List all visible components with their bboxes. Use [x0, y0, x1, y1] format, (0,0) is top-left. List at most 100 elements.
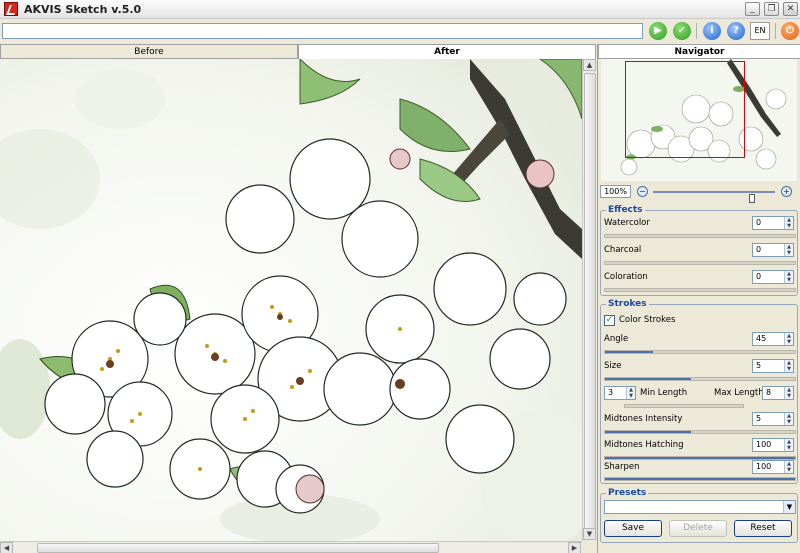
toolbar-divider — [696, 23, 697, 39]
sharpen-slider[interactable] — [604, 477, 796, 481]
watercolor-slider[interactable] — [604, 234, 796, 238]
chevron-down-icon[interactable]: ▼ — [783, 501, 795, 513]
charcoal-row: Charcoal 0 ▲ ▼ — [604, 242, 796, 268]
plus-icon: + — [783, 187, 790, 196]
midtones-intensity-slider-fill — [605, 431, 691, 433]
vertical-scroll-thumb[interactable] — [584, 73, 596, 529]
presets-dropdown[interactable]: ▼ — [604, 500, 796, 514]
sharpen-label: Sharpen — [604, 462, 640, 472]
strokes-title: Strokes — [606, 299, 649, 309]
coloration-input[interactable]: 0 ▲ ▼ — [752, 270, 794, 284]
color-strokes-checkbox[interactable]: ✓ — [604, 315, 615, 326]
sharpen-input[interactable]: 100 ▲ ▼ — [752, 460, 794, 474]
language-button[interactable]: EN — [750, 22, 770, 40]
coloration-value: 0 — [756, 272, 762, 281]
length-range-slider[interactable] — [624, 404, 744, 408]
minus-icon: − — [639, 187, 646, 196]
midtones-intensity-slider[interactable] — [604, 430, 796, 434]
spin-arrows-icon[interactable]: ▲ ▼ — [784, 333, 793, 345]
reset-button[interactable]: Reset — [734, 520, 792, 537]
delete-preset-button[interactable]: Delete — [669, 520, 727, 537]
color-strokes-row: ✓ Color Strokes — [604, 314, 796, 328]
angle-label: Angle — [604, 334, 629, 344]
zoom-slider-knob[interactable] — [748, 194, 755, 203]
apply-button[interactable]: ✓ — [673, 22, 691, 40]
color-strokes-label: Color Strokes — [619, 315, 676, 325]
navigator-viewport-frame[interactable] — [625, 61, 745, 158]
presets-group: Presets ▼ Save Delete Reset — [600, 488, 798, 543]
angle-slider[interactable] — [604, 350, 796, 354]
close-button[interactable]: ✕ — [783, 2, 798, 16]
scroll-down-button[interactable]: ▼ — [583, 528, 596, 540]
scroll-left-button[interactable]: ◀ — [0, 542, 13, 553]
help-icon: ? — [733, 25, 739, 36]
midtones-intensity-value: 5 — [756, 414, 762, 423]
zoom-slider[interactable] — [653, 191, 775, 203]
power-icon: ⏻ — [786, 25, 794, 36]
effects-title: Effects — [606, 205, 645, 215]
presets-title: Presets — [606, 488, 649, 498]
charcoal-slider[interactable] — [604, 261, 796, 265]
navigator-title: Navigator — [598, 44, 800, 59]
charcoal-input[interactable]: 0 ▲ ▼ — [752, 243, 794, 257]
min-length-input[interactable]: 3 ▲ ▼ — [604, 386, 636, 400]
minimize-button[interactable]: _ — [745, 2, 760, 16]
quit-button[interactable]: ⏻ — [781, 22, 799, 40]
spin-arrows-icon[interactable]: ▲ ▼ — [784, 217, 793, 229]
settings-panel: Navigator 100% − + Effects Watercolor 0 ▲ — [597, 44, 800, 553]
midtones-hatching-label: Midtones Hatching — [604, 440, 684, 450]
spin-arrows-icon[interactable]: ▲ ▼ — [784, 271, 793, 283]
zoom-out-button[interactable]: − — [637, 186, 648, 197]
size-label: Size — [604, 361, 622, 371]
vertical-scrollbar[interactable]: ▲ ▼ — [582, 59, 596, 541]
sharpen-row: Sharpen 100 ▲ ▼ — [604, 459, 796, 485]
run-icon: ▶ — [654, 25, 662, 36]
sharpen-value: 100 — [756, 462, 772, 471]
run-button[interactable]: ▶ — [649, 22, 667, 40]
spin-arrows-icon[interactable]: ▲ ▼ — [784, 461, 793, 473]
tab-before[interactable]: Before — [0, 44, 298, 59]
scroll-up-button[interactable]: ▲ — [583, 59, 596, 71]
zoom-controls: 100% − + — [600, 184, 799, 203]
watercolor-row: Watercolor 0 ▲ ▼ — [604, 215, 796, 241]
max-length-value: 8 — [766, 388, 772, 397]
spin-arrows-icon[interactable]: ▲ ▼ — [784, 439, 793, 451]
size-slider[interactable] — [604, 377, 796, 381]
max-length-input[interactable]: 8 ▲ ▼ — [762, 386, 794, 400]
scroll-right-button[interactable]: ▶ — [568, 542, 581, 553]
midtones-intensity-input[interactable]: 5 ▲ ▼ — [752, 412, 794, 426]
file-path-field[interactable] — [2, 23, 643, 39]
charcoal-value: 0 — [756, 245, 762, 254]
info-button[interactable]: i — [703, 22, 721, 40]
midtones-hatching-input[interactable]: 100 ▲ ▼ — [752, 438, 794, 452]
min-length-label: Min Length — [640, 388, 688, 398]
akvis-logo-icon — [4, 2, 18, 16]
size-input[interactable]: 5 ▲ ▼ — [752, 359, 794, 373]
angle-slider-fill — [605, 351, 653, 353]
tab-after[interactable]: After — [298, 44, 596, 59]
coloration-slider[interactable] — [604, 288, 796, 292]
help-button[interactable]: ? — [727, 22, 745, 40]
watercolor-input[interactable]: 0 ▲ ▼ — [752, 216, 794, 230]
spin-arrows-icon[interactable]: ▲ ▼ — [784, 387, 793, 399]
maximize-button[interactable]: ❐ — [764, 2, 779, 16]
strokes-group: Strokes ✓ Color Strokes Angle 45 ▲ ▼ Size … — [600, 299, 798, 485]
save-preset-button[interactable]: Save — [604, 520, 662, 537]
spin-arrows-icon[interactable]: ▲ ▼ — [784, 244, 793, 256]
horizontal-scroll-thumb[interactable] — [37, 543, 439, 553]
image-canvas[interactable] — [0, 59, 582, 541]
navigator-preview[interactable] — [601, 59, 797, 181]
zoom-field[interactable]: 100% — [600, 185, 631, 198]
watercolor-value: 0 — [756, 218, 762, 227]
angle-input[interactable]: 45 ▲ ▼ — [752, 332, 794, 346]
size-slider-fill — [605, 378, 691, 380]
spin-arrows-icon[interactable]: ▲ ▼ — [626, 387, 635, 399]
checkmark-icon: ✓ — [605, 315, 614, 325]
horizontal-scrollbar[interactable]: ◀ ▶ — [0, 541, 582, 553]
size-value: 5 — [756, 361, 762, 370]
info-icon: i — [710, 25, 714, 36]
effects-group: Effects Watercolor 0 ▲ ▼ Charcoal 0 ▲ ▼ Colo… — [600, 205, 798, 296]
zoom-in-button[interactable]: + — [781, 186, 792, 197]
spin-arrows-icon[interactable]: ▲ ▼ — [784, 413, 793, 425]
spin-arrows-icon[interactable]: ▲ ▼ — [784, 360, 793, 372]
